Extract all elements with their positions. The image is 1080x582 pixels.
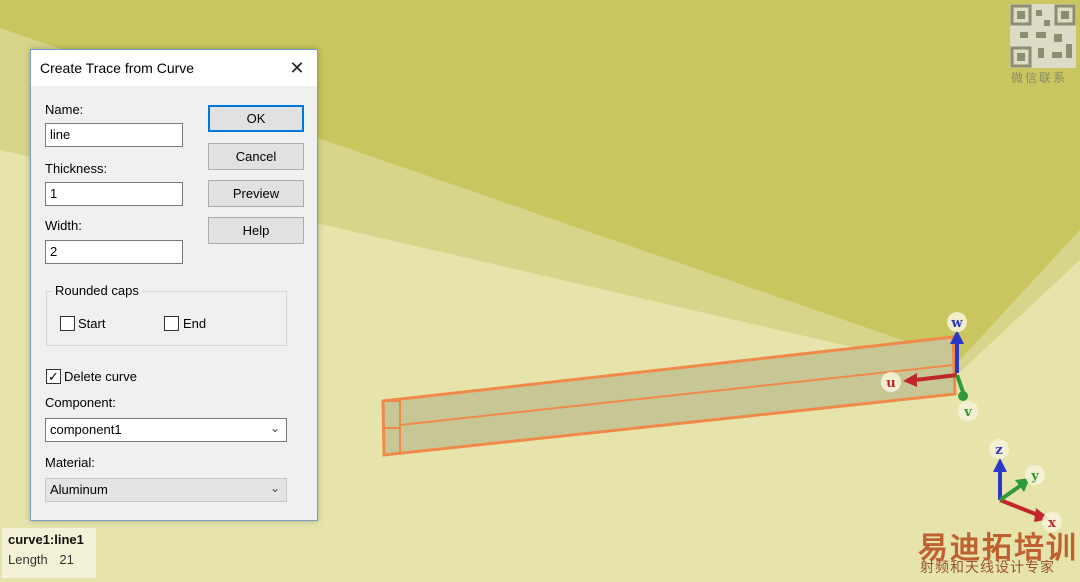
component-label: Component:	[45, 395, 116, 410]
start-label[interactable]: Start	[78, 316, 105, 331]
qr-code-icon	[1010, 4, 1076, 68]
thickness-input[interactable]: 1	[45, 182, 183, 206]
training-logo-subtitle: 射频和天线设计专家	[920, 559, 1055, 575]
length-label: Length	[8, 552, 48, 567]
chevron-down-icon: ⌄	[269, 481, 280, 495]
length-row: Length 21	[8, 552, 90, 567]
close-icon[interactable]: ✕	[283, 56, 311, 80]
selection-info-panel: curve1:line1 Length 21	[2, 528, 96, 578]
width-label: Width:	[45, 218, 82, 233]
y-axis-label: y	[1030, 469, 1039, 484]
length-value: 21	[59, 552, 74, 567]
qr-caption: 微信联系	[1011, 71, 1068, 85]
chevron-down-icon: ⌄	[269, 421, 280, 435]
v-axis-head	[958, 391, 968, 401]
create-trace-dialog: Create Trace from Curve ✕ Name: line Thi…	[30, 49, 318, 521]
material-select[interactable]: Aluminum ⌄	[45, 478, 287, 502]
thickness-label: Thickness:	[45, 161, 108, 176]
preview-button[interactable]: Preview	[208, 180, 304, 207]
rounded-caps-title: Rounded caps	[52, 283, 142, 298]
component-value: component1	[50, 422, 122, 437]
delete-curve-checkbox[interactable]: ✓	[46, 369, 61, 384]
delete-curve-label[interactable]: Delete curve	[64, 369, 137, 384]
v-axis-label: v	[963, 405, 972, 420]
start-checkbox[interactable]	[60, 316, 75, 331]
name-label: Name:	[45, 102, 84, 117]
width-input[interactable]: 2	[45, 240, 183, 264]
material-label: Material:	[45, 455, 95, 470]
name-input[interactable]: line	[45, 123, 183, 147]
dialog-titlebar[interactable]: Create Trace from Curve ✕	[31, 50, 317, 86]
cancel-button[interactable]: Cancel	[208, 143, 304, 170]
w-axis-label: w	[950, 316, 963, 331]
material-value: Aluminum	[50, 482, 108, 497]
end-label[interactable]: End	[183, 316, 206, 331]
end-checkbox[interactable]	[164, 316, 179, 331]
ok-button[interactable]: OK	[208, 105, 304, 132]
component-select[interactable]: component1 ⌄	[45, 418, 287, 442]
selected-object-name: curve1:line1	[8, 532, 84, 547]
u-axis-label: u	[886, 376, 895, 391]
help-button[interactable]: Help	[208, 217, 304, 244]
dialog-title: Create Trace from Curve	[40, 60, 195, 76]
z-axis-label: z	[995, 443, 1002, 458]
